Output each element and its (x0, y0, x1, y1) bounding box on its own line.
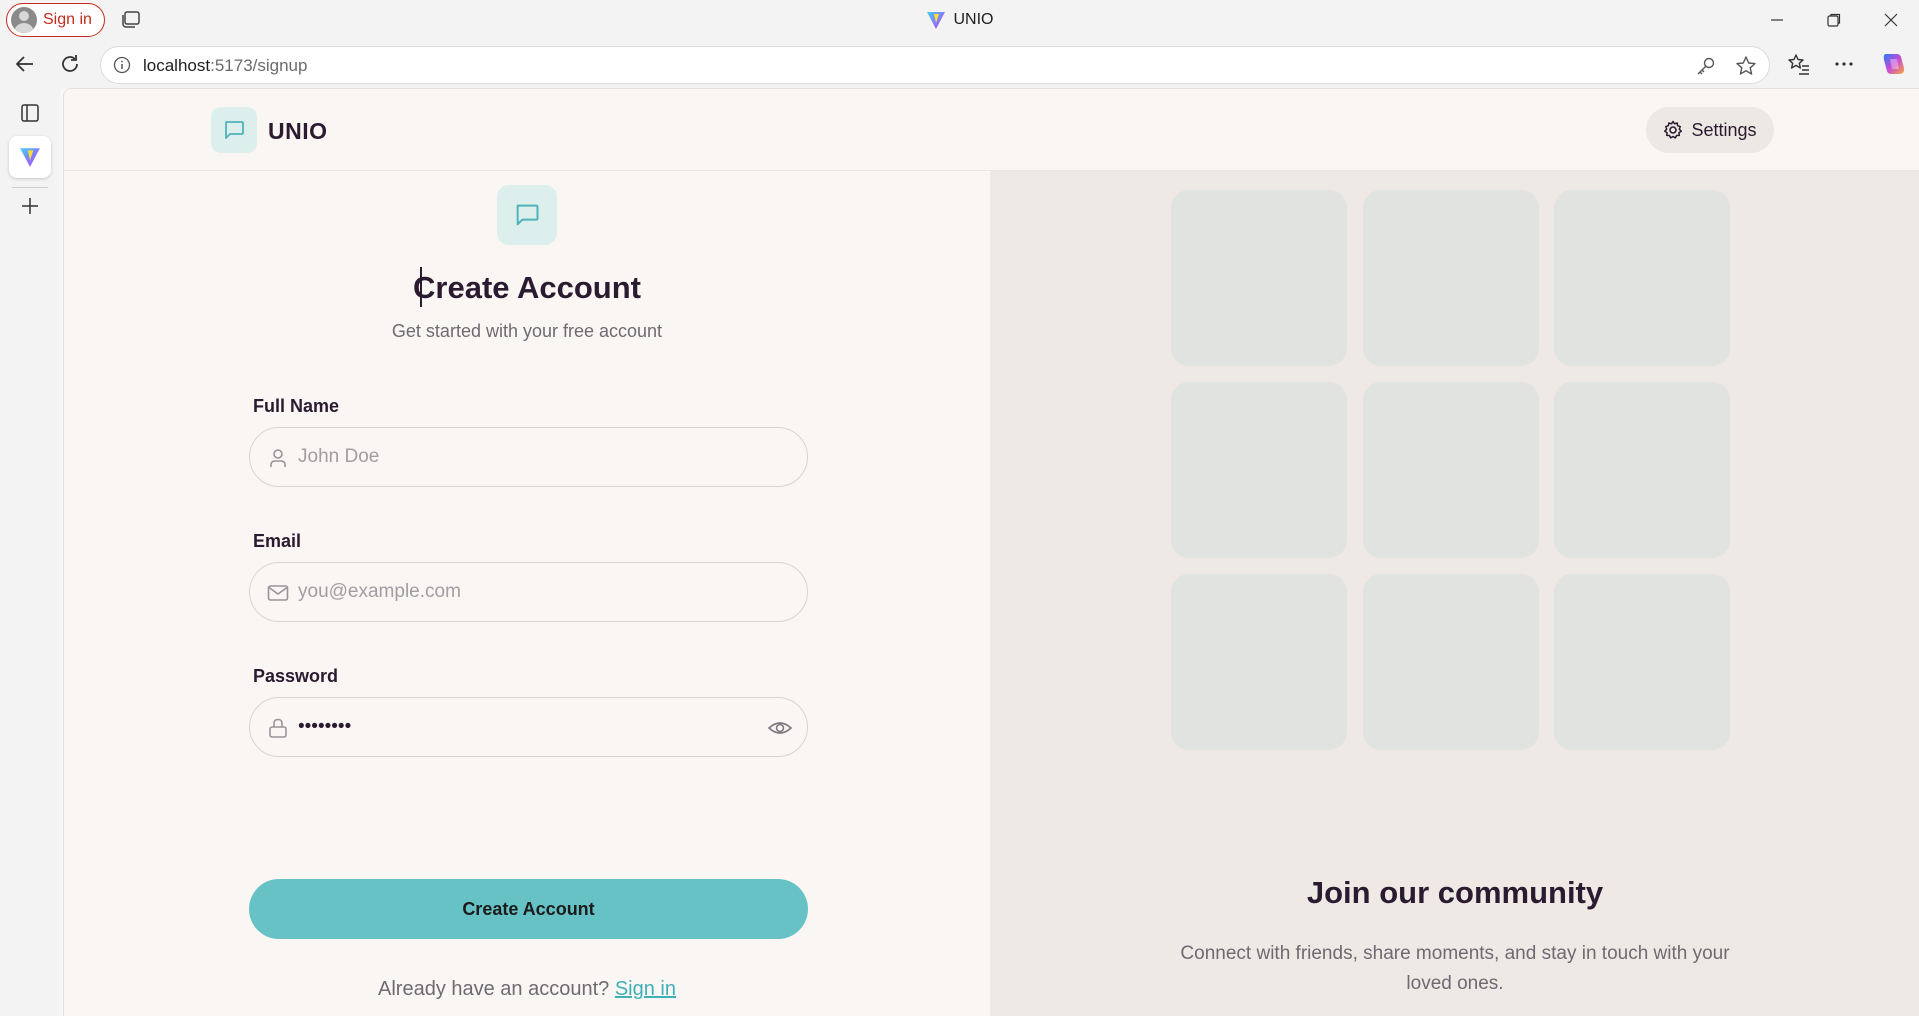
vite-logo-icon (926, 12, 945, 29)
user-icon (270, 449, 286, 467)
new-tab-button[interactable] (15, 191, 45, 221)
text-caret (420, 267, 422, 307)
full-name-label: Full Name (253, 396, 340, 416)
refresh-icon (62, 55, 78, 72)
email-input[interactable] (298, 563, 768, 620)
add-icon (22, 198, 38, 214)
sidebar-active-tab[interactable] (9, 136, 51, 178)
community-description: Connect with friends, share moments, and… (1180, 943, 1730, 994)
profile-signin-label: Sign in (43, 11, 92, 28)
sidebar-tabs-icon (21, 104, 39, 122)
key-icon[interactable] (1695, 55, 1717, 77)
image-placeholder-tile (1171, 382, 1347, 558)
url-text[interactable]: localhost:5173/signup (143, 56, 307, 76)
page-subtitle: Get started with your free account (391, 321, 663, 341)
form-logo (497, 185, 557, 245)
window-title: UNIO (0, 0, 1919, 40)
close-icon (1884, 13, 1897, 27)
settings-label: Settings (1691, 119, 1757, 140)
image-placeholder-tile (1363, 190, 1539, 366)
image-placeholder-tile (1171, 190, 1347, 366)
password-label: Password (253, 666, 339, 686)
image-placeholder-tile (1363, 574, 1539, 750)
more-icon (1835, 62, 1853, 66)
url-path: :5173/signup (210, 56, 308, 75)
browser-sidebar (0, 88, 60, 1016)
mail-icon (267, 585, 289, 601)
minimize-icon (1770, 19, 1783, 21)
lock-icon (269, 718, 287, 738)
window-title-text: UNIO (953, 11, 994, 28)
full-name-field[interactable] (249, 427, 808, 487)
sidebar-divider (12, 187, 48, 188)
address-bar[interactable]: localhost:5173/signup (100, 46, 1770, 84)
browser-titlebar: Sign in UNIO (0, 0, 1919, 40)
settings-button[interactable]: Settings (1646, 107, 1774, 153)
info-icon[interactable] (113, 56, 131, 74)
image-placeholder-tile (1554, 190, 1730, 366)
page-title: Create Account (413, 270, 641, 305)
community-panel: Join our community Connect with friends,… (990, 171, 1919, 1016)
window-controls (1748, 0, 1919, 40)
password-input[interactable] (298, 698, 768, 755)
back-icon (15, 56, 33, 72)
signin-prompt: Already have an account? Sign in (64, 978, 990, 1001)
favorites-icon (1788, 54, 1809, 75)
back-button[interactable] (9, 48, 41, 80)
minimize-button[interactable] (1748, 0, 1805, 40)
image-placeholder-tile (1554, 574, 1730, 750)
signin-link[interactable]: Sign in (615, 978, 676, 1000)
sidebar-tabs-button[interactable] (15, 98, 45, 128)
email-field[interactable] (249, 562, 808, 622)
profile-avatar-icon (11, 7, 37, 33)
url-host: localhost (143, 56, 211, 75)
create-account-button[interactable]: Create Account (249, 879, 808, 939)
gear-icon (1664, 120, 1683, 139)
restore-icon (1826, 13, 1840, 27)
favorites-button[interactable] (1783, 48, 1815, 80)
refresh-button[interactable] (54, 48, 86, 80)
star-icon[interactable] (1735, 55, 1757, 77)
brand-name[interactable]: UNIO (268, 118, 328, 145)
signup-form: Create Account Get started with your fre… (64, 171, 990, 1016)
profile-signin-button[interactable]: Sign in (6, 3, 105, 37)
message-square-icon (516, 204, 539, 226)
community-title: Join our community (1306, 875, 1604, 910)
vite-logo-icon (20, 148, 40, 167)
password-field[interactable] (249, 697, 808, 757)
page-viewport: UNIO Settings Create Account Get started… (63, 88, 1919, 1016)
full-name-input[interactable] (298, 428, 768, 485)
signin-prompt-text: Already have an account? (378, 978, 610, 1000)
app-header: UNIO Settings (64, 89, 1919, 171)
image-placeholder-tile (1363, 382, 1539, 558)
copilot-icon (1883, 54, 1905, 74)
browser-toolbar: localhost:5173/signup (0, 40, 1919, 88)
image-placeholder-tile (1171, 574, 1347, 750)
brand-logo[interactable] (211, 107, 257, 153)
copilot-button[interactable] (1878, 48, 1910, 80)
eye-icon[interactable] (767, 715, 793, 741)
message-square-icon (225, 121, 244, 139)
image-placeholder-tile (1554, 382, 1730, 558)
restore-button[interactable] (1805, 0, 1862, 40)
close-window-button[interactable] (1862, 0, 1919, 40)
email-label: Email (253, 531, 302, 551)
tabs-icon[interactable] (120, 10, 142, 30)
more-button[interactable] (1828, 48, 1860, 80)
